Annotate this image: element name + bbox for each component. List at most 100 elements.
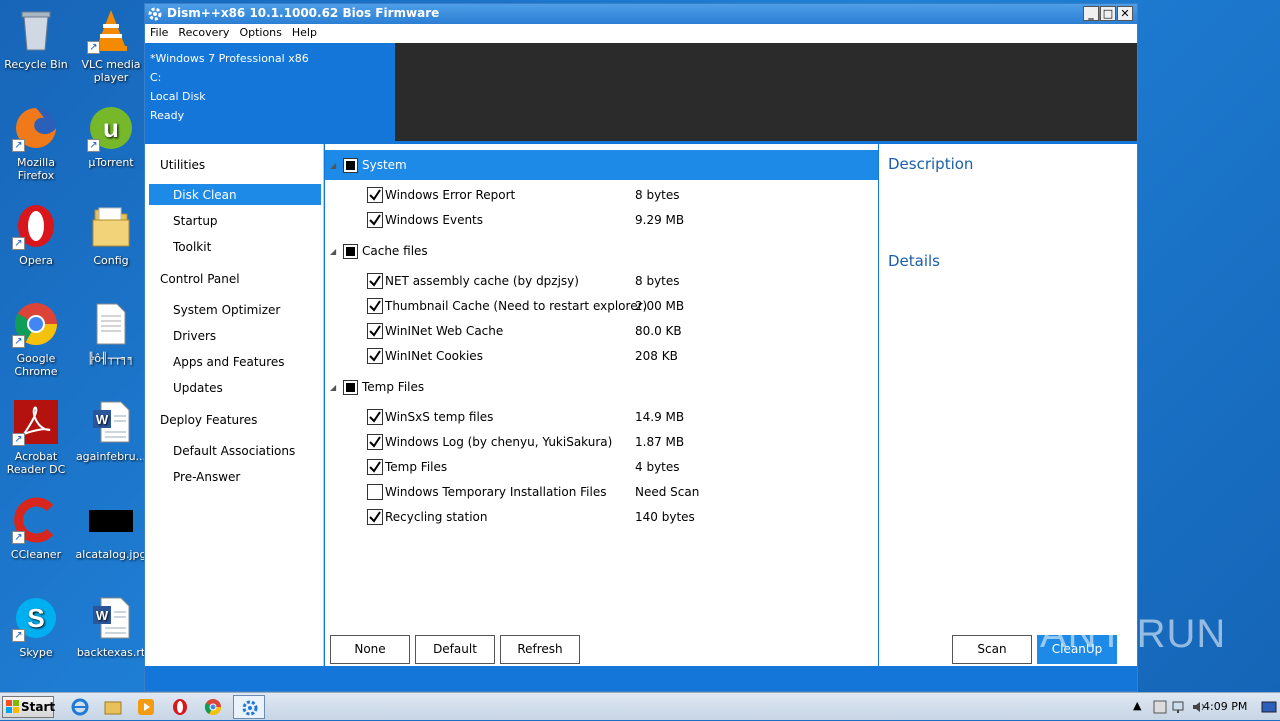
refresh-button[interactable]: Refresh bbox=[500, 635, 580, 664]
desktop-icon-opera[interactable]: ↗ Opera bbox=[0, 202, 72, 267]
list-item[interactable]: Thumbnail Cache (Need to restart explore… bbox=[325, 295, 878, 317]
maximize-button[interactable]: □ bbox=[1100, 6, 1116, 21]
shortcut-arrow-icon: ↗ bbox=[87, 139, 100, 152]
item-checkbox[interactable] bbox=[367, 273, 383, 289]
clock[interactable]: 4:09 PM bbox=[1203, 700, 1247, 713]
taskbar: Start ▲ 4:09 PM bbox=[0, 692, 1280, 720]
menu-file[interactable]: File bbox=[145, 24, 173, 42]
os-name: *Windows 7 Professional x86 bbox=[150, 52, 309, 65]
image-file-icon bbox=[87, 496, 135, 544]
group-cache-files[interactable]: ◢ Cache files bbox=[325, 236, 878, 266]
desktop-icon-text-file[interactable]: ╠ô╢┬┬╕╕ bbox=[75, 300, 147, 365]
network-icon[interactable] bbox=[1172, 700, 1188, 714]
item-checkbox[interactable] bbox=[367, 323, 383, 339]
title-bar[interactable]: Dism++x86 10.1.1000.62 Bios Firmware _ □… bbox=[145, 4, 1137, 24]
list-item[interactable]: WinSxS temp files 14.9 MB bbox=[325, 406, 878, 428]
sidebar-item-pre-answer[interactable]: Pre-Answer bbox=[173, 470, 240, 484]
desktop-icon-acrobat[interactable]: ↗ Acrobat Reader DC bbox=[0, 398, 72, 476]
drive-letter: C: bbox=[150, 71, 162, 84]
none-button[interactable]: None bbox=[330, 635, 410, 664]
collapse-triangle-icon[interactable]: ◢ bbox=[330, 383, 336, 392]
list-item[interactable]: Windows Temporary Installation Files Nee… bbox=[325, 481, 878, 503]
item-checkbox[interactable] bbox=[367, 187, 383, 203]
chrome-taskbar-icon[interactable] bbox=[204, 698, 222, 716]
action-center-icon[interactable] bbox=[1152, 700, 1168, 714]
list-item[interactable]: Recycling station 140 bytes bbox=[325, 506, 878, 528]
list-item[interactable]: Windows Error Report 8 bytes bbox=[325, 184, 878, 206]
group-checkbox[interactable] bbox=[343, 244, 358, 259]
chrome-icon: ↗ bbox=[12, 300, 60, 348]
default-button[interactable]: Default bbox=[415, 635, 495, 664]
scan-button[interactable]: Scan bbox=[952, 635, 1032, 664]
sidebar-item-disk-clean[interactable]: Disk Clean bbox=[173, 188, 237, 202]
show-desktop-icon[interactable] bbox=[1261, 699, 1277, 715]
sidebar-heading-control-panel[interactable]: Control Panel bbox=[160, 272, 240, 286]
desktop-icon-firefox[interactable]: ↗ Mozilla Firefox bbox=[0, 104, 72, 182]
desktop-icon-skype[interactable]: S ↗ Skype bbox=[0, 594, 72, 659]
group-checkbox[interactable] bbox=[343, 158, 358, 173]
list-item[interactable]: Windows Log (by chenyu, YukiSakura) 1.87… bbox=[325, 431, 878, 453]
list-item[interactable]: Windows Events 9.29 MB bbox=[325, 209, 878, 231]
media-player-taskbar-icon[interactable] bbox=[137, 698, 155, 716]
desktop-icon-recycle-bin[interactable]: Recycle Bin bbox=[0, 6, 72, 71]
group-system[interactable]: ◢ System bbox=[325, 150, 878, 180]
opera-taskbar-icon[interactable] bbox=[171, 698, 189, 716]
sidebar-item-default-associations[interactable]: Default Associations bbox=[173, 444, 295, 458]
sidebar-item-updates[interactable]: Updates bbox=[173, 381, 223, 395]
group-checkbox[interactable] bbox=[343, 380, 358, 395]
sidebar-heading-utilities[interactable]: Utilities bbox=[160, 158, 205, 172]
folder-icon bbox=[87, 202, 135, 250]
menu-options[interactable]: Options bbox=[234, 24, 286, 42]
minimize-button[interactable]: _ bbox=[1083, 6, 1099, 21]
item-checkbox[interactable] bbox=[367, 298, 383, 314]
desktop-icon-utorrent[interactable]: u ↗ µTorrent bbox=[75, 104, 147, 169]
explorer-taskbar-icon[interactable] bbox=[104, 698, 122, 716]
shortcut-arrow-icon: ↗ bbox=[87, 41, 100, 54]
desktop-icon-chrome[interactable]: ↗ Google Chrome bbox=[0, 300, 72, 378]
list-item[interactable]: WinINet Cookies 208 KB bbox=[325, 345, 878, 367]
collapse-triangle-icon[interactable]: ◢ bbox=[330, 161, 336, 170]
show-hidden-icons-icon[interactable]: ▲ bbox=[1133, 699, 1141, 712]
start-button[interactable]: Start bbox=[2, 696, 55, 718]
list-item[interactable]: Temp Files 4 bytes bbox=[325, 456, 878, 478]
shortcut-arrow-icon: ↗ bbox=[12, 139, 25, 152]
disk-name: Local Disk bbox=[150, 90, 206, 103]
desktop-icon-word-doc-1[interactable]: W againfebru... bbox=[75, 398, 147, 463]
image-info-banner[interactable]: *Windows 7 Professional x86 C: Local Dis… bbox=[145, 43, 395, 141]
sidebar-item-apps-and-features[interactable]: Apps and Features bbox=[173, 355, 285, 369]
list-item[interactable]: NET assembly cache (by dpzjsy) 8 bytes bbox=[325, 270, 878, 292]
list-item[interactable]: WinINet Web Cache 80.0 KB bbox=[325, 320, 878, 342]
sidebar-heading-deploy-features[interactable]: Deploy Features bbox=[160, 413, 257, 427]
menu-recovery[interactable]: Recovery bbox=[173, 24, 234, 42]
svg-text:S: S bbox=[27, 603, 44, 633]
sidebar-item-drivers[interactable]: Drivers bbox=[173, 329, 216, 343]
sidebar-item-system-optimizer[interactable]: System Optimizer bbox=[173, 303, 280, 317]
desktop-icon-ccleaner[interactable]: ↗ CCleaner bbox=[0, 496, 72, 561]
sidebar-item-toolkit[interactable]: Toolkit bbox=[173, 240, 211, 254]
desktop-icon-word-doc-2[interactable]: W backtexas.rt bbox=[75, 594, 147, 659]
collapse-triangle-icon[interactable]: ◢ bbox=[330, 247, 336, 256]
item-checkbox[interactable] bbox=[367, 212, 383, 228]
acrobat-icon: ↗ bbox=[12, 398, 60, 446]
item-checkbox[interactable] bbox=[367, 348, 383, 364]
dism-taskbar-button[interactable] bbox=[233, 695, 265, 719]
item-checkbox[interactable] bbox=[367, 434, 383, 450]
svg-text:W: W bbox=[96, 412, 109, 427]
desktop-icon-config[interactable]: Config bbox=[75, 202, 147, 267]
item-checkbox[interactable] bbox=[367, 484, 383, 500]
menu-help[interactable]: Help bbox=[287, 24, 322, 42]
desktop-icon-vlc[interactable]: ↗ VLC media player bbox=[75, 6, 147, 84]
item-checkbox[interactable] bbox=[367, 409, 383, 425]
sidebar: Utilities Disk Clean Startup Toolkit Con… bbox=[145, 144, 324, 666]
shortcut-arrow-icon: ↗ bbox=[12, 531, 25, 544]
details-title: Details bbox=[888, 252, 941, 270]
group-temp-files[interactable]: ◢ Temp Files bbox=[325, 372, 878, 402]
close-button[interactable]: ✕ bbox=[1117, 6, 1133, 21]
item-checkbox[interactable] bbox=[367, 459, 383, 475]
desktop-icon-image-file[interactable]: alcatalog.jpg bbox=[75, 496, 147, 561]
cleanup-list: ◢ System Windows Error Report 8 bytes Wi… bbox=[325, 144, 878, 666]
item-checkbox[interactable] bbox=[367, 509, 383, 525]
ie-taskbar-icon[interactable] bbox=[71, 698, 89, 716]
opera-icon: ↗ bbox=[12, 202, 60, 250]
sidebar-item-startup[interactable]: Startup bbox=[173, 214, 218, 228]
